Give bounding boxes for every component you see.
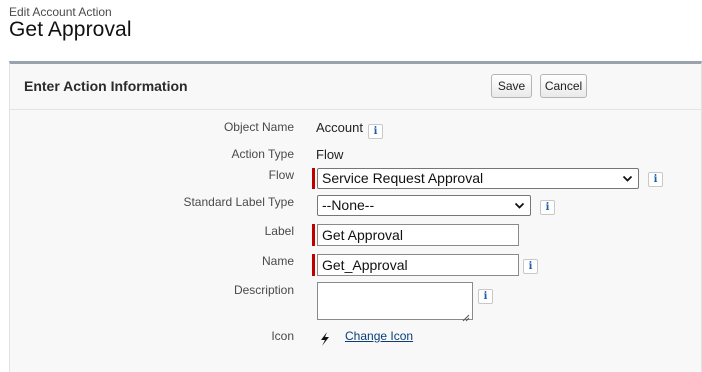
action-info-panel: Enter Action Information Save Cancel Obj…: [9, 61, 702, 372]
name-field-label: Name: [261, 254, 294, 268]
required-indicator: [312, 254, 315, 276]
info-icon[interactable]: i: [540, 200, 555, 215]
flow-selected-value: Service Request Approval: [322, 170, 484, 186]
object-name-label: Object Name: [223, 120, 294, 134]
change-icon-link[interactable]: Change Icon: [345, 329, 413, 343]
required-indicator: [312, 224, 315, 246]
action-type-label: Action Type: [231, 147, 294, 161]
resize-grip-icon[interactable]: [462, 309, 470, 322]
chevron-down-icon: [514, 196, 525, 222]
page-title: Get Approval: [9, 18, 132, 41]
flow-select[interactable]: Service Request Approval: [317, 168, 639, 189]
label-input[interactable]: Get Approval: [317, 224, 519, 246]
page-subtitle: Edit Account Action: [9, 5, 112, 19]
lightning-bolt-icon: [319, 332, 331, 346]
info-icon[interactable]: i: [368, 124, 383, 139]
panel-title: Enter Action Information: [24, 78, 188, 94]
edit-action-page: Edit Account Action Get Approval Enter A…: [0, 0, 702, 372]
info-icon[interactable]: i: [478, 289, 493, 304]
standard-label-type-selected-value: --None--: [322, 197, 375, 213]
label-field-label: Label: [264, 224, 294, 238]
chevron-down-icon: [622, 169, 633, 195]
object-name-value: Account: [316, 120, 363, 135]
save-button[interactable]: Save: [491, 74, 532, 98]
description-textarea[interactable]: [317, 282, 473, 322]
name-input[interactable]: Get_Approval: [317, 254, 519, 276]
standard-label-type-label: Standard Label Type: [183, 195, 294, 209]
panel-header: Enter Action Information Save Cancel: [10, 64, 701, 110]
description-label: Description: [233, 283, 294, 297]
icon-label: Icon: [271, 329, 294, 343]
standard-label-type-select[interactable]: --None--: [317, 195, 531, 216]
action-type-value: Flow: [316, 147, 344, 162]
flow-label: Flow: [268, 168, 294, 182]
required-indicator: [312, 168, 315, 189]
info-icon[interactable]: i: [523, 259, 538, 274]
info-icon[interactable]: i: [648, 172, 663, 187]
cancel-button[interactable]: Cancel: [540, 74, 587, 98]
